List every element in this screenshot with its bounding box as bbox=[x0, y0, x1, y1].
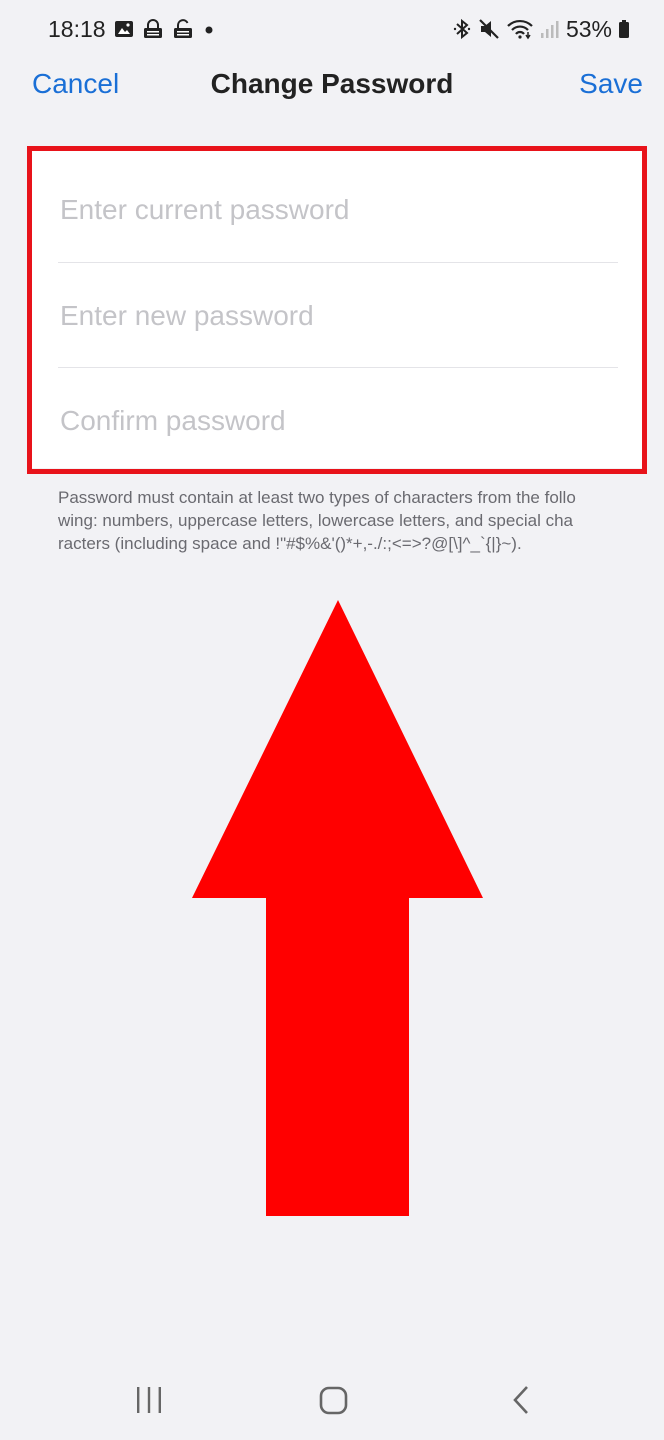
current-password-field[interactable] bbox=[58, 158, 618, 262]
system-nav-bar bbox=[0, 1360, 664, 1440]
password-form-card bbox=[30, 150, 642, 468]
unlock-icon bbox=[172, 19, 194, 39]
cancel-button[interactable]: Cancel bbox=[32, 68, 119, 100]
field-divider bbox=[58, 367, 618, 368]
new-password-field[interactable] bbox=[58, 264, 618, 368]
new-password-input[interactable] bbox=[58, 299, 618, 333]
confirm-password-field[interactable] bbox=[58, 369, 618, 473]
image-icon bbox=[114, 19, 134, 39]
status-left: 18:18 bbox=[48, 16, 216, 43]
lock-icon bbox=[142, 19, 164, 39]
current-password-input[interactable] bbox=[58, 193, 618, 227]
home-icon[interactable] bbox=[318, 1382, 350, 1423]
battery-icon bbox=[618, 18, 630, 40]
signal-icon bbox=[540, 18, 560, 40]
bluetooth-icon bbox=[452, 18, 472, 40]
nav-bar: Cancel Change Password Save bbox=[0, 58, 664, 114]
confirm-password-input[interactable] bbox=[58, 404, 618, 438]
battery-percent: 53% bbox=[565, 15, 612, 42]
status-time: 18:18 bbox=[48, 15, 106, 42]
save-button[interactable]: Save bbox=[579, 68, 643, 100]
recent-apps-icon[interactable] bbox=[134, 1382, 164, 1423]
password-requirements-hint: Password must contain at least two types… bbox=[58, 488, 576, 553]
mute-icon bbox=[478, 18, 500, 40]
field-divider bbox=[58, 262, 618, 263]
wifi-icon bbox=[506, 18, 534, 40]
status-right: 53% bbox=[452, 16, 630, 43]
status-bar: 18:18 53% bbox=[0, 0, 664, 58]
dot-icon bbox=[202, 19, 216, 39]
back-icon[interactable] bbox=[508, 1382, 534, 1423]
